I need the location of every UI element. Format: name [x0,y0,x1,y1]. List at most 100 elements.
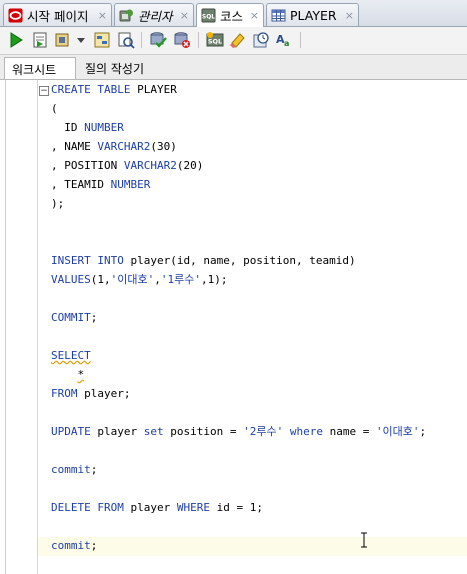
connection-icon [119,9,133,21]
sql-keyword: FROM [51,387,78,400]
worksheet-subtabs: 워크시트 질의 작성기 [0,55,467,80]
sql-string: '2루수' [243,425,284,438]
code-line[interactable]: UPDATE player set position = '2루수' where… [51,422,426,441]
sql-text: , [154,273,161,286]
sql-text: (20) [176,159,204,172]
sql-keyword: commit [51,463,91,476]
sql-text: ; [90,539,98,552]
sql-text: name = [322,425,376,438]
code-line[interactable]: ( [51,99,58,118]
sql-keyword: WHERE [176,501,210,514]
code-line[interactable]: FROM player; [51,384,130,403]
code-line[interactable]: * [51,365,85,384]
sql-text: ; [90,311,98,324]
explain-plan-icon[interactable] [93,31,111,49]
svg-text:a: a [284,39,289,48]
code-line[interactable]: , POSITION VARCHAR2(20) [51,156,203,175]
commit-icon[interactable] [149,31,167,49]
sql-editor[interactable]: − CREATE TABLE PLAYER( ID NUMBER, NAME V… [0,80,467,574]
editor-gutter [37,80,38,574]
code-line[interactable]: COMMIT; [51,308,97,327]
code-line[interactable]: commit; [51,460,97,479]
svg-text:SQL: SQL [202,14,215,21]
tab-player[interactable]: PLAYER × [266,3,359,26]
sql-text: PLAYER [130,83,177,96]
sql-text: ); [51,197,65,210]
code-line[interactable]: , NAME VARCHAR2(30) [51,137,177,156]
sql-text: ; [90,463,98,476]
sql-text: player [123,501,177,514]
table-icon [271,9,286,21]
rollback-icon[interactable] [173,31,191,49]
sql-keyword: VALUES [51,273,91,286]
sql-keyword: NUMBER [103,178,151,191]
tab-start-page[interactable]: 시작 페이지 × [3,3,112,26]
sql-tuning-icon[interactable] [117,31,135,49]
code-line[interactable]: INSERT INTO player(id, name, position, t… [51,251,356,270]
close-icon[interactable]: × [246,9,259,22]
close-icon[interactable]: × [94,9,107,22]
sql-text: player [90,425,144,438]
tab-course[interactable]: SQL 코스 × [196,3,264,27]
unshared-sql-icon[interactable]: SQL [206,31,224,49]
run-script-icon[interactable] [31,31,49,49]
code-line[interactable]: ID NUMBER [51,118,124,137]
editor-left-border [5,80,6,574]
sql-text: ; [419,425,427,438]
history-icon[interactable] [252,31,270,49]
sql-keyword: commit [51,539,91,552]
sql-text: , TEAMID [51,178,104,191]
toolbar-separator [300,32,301,48]
autotrace-icon[interactable] [54,31,72,49]
sql-text: , NAME [51,140,91,153]
sql-keyword: COMMIT [51,311,91,324]
sql-text: ( [51,102,58,115]
sql-keyword: SELECT [51,349,91,362]
code-line[interactable]: DELETE FROM player WHERE id = 1; [51,498,263,517]
sql-keyword: DELETE FROM [51,501,124,514]
code-line[interactable]: commit; [51,536,97,555]
text-cursor-icon [361,532,367,548]
close-icon[interactable]: × [176,9,189,22]
oracle-start-icon [8,8,23,22]
code-line[interactable]: ); [51,194,64,213]
dropdown-arrow-icon[interactable] [76,31,86,49]
tab-admin[interactable]: 관리자 × [114,3,194,26]
sql-text: , POSITION [51,159,118,172]
code-line[interactable]: SELECT [51,346,91,365]
run-statement-icon[interactable] [7,31,25,49]
worksheet-toolbar: SQL A a [0,27,467,55]
sql-keyword: set [143,425,164,438]
sql-string: '이대호' [375,425,420,438]
sql-text: ID [51,121,78,134]
sql-worksheet-icon: SQL [201,8,216,23]
sql-text: position = [163,425,244,438]
sql-text: (1, [90,273,111,286]
close-icon[interactable]: × [341,9,354,22]
fold-collapse-icon[interactable]: − [39,86,49,96]
tab-label: 코스 [220,9,244,24]
sql-keyword: where [289,425,323,438]
sql-keyword: VARCHAR2 [117,159,177,172]
sql-string: '1루수' [160,273,201,286]
clear-icon[interactable] [229,31,247,49]
sql-text: ,1); [200,273,228,286]
sql-string: '이대호' [110,273,155,286]
tab-label: 시작 페이지 [27,8,89,24]
tab-label: 관리자 [138,8,173,24]
code-line[interactable]: , TEAMID NUMBER [51,175,150,194]
sql-text: * [77,368,85,381]
code-line[interactable]: CREATE TABLE PLAYER [51,80,177,99]
code-line[interactable]: VALUES(1,'이대호','1루수',1); [51,270,227,289]
tab-query-builder[interactable]: 질의 작성기 [78,57,151,79]
toolbar-separator [198,32,199,48]
tab-worksheet[interactable]: 워크시트 [4,57,76,79]
sql-text: id = 1; [209,501,263,514]
format-icon[interactable]: A a [275,31,293,49]
current-line-highlight [38,537,467,556]
sql-keyword: VARCHAR2 [90,140,151,153]
document-tab-bar: 시작 페이지 × 관리자 × SQL 코스 × PLAYER × [0,0,467,27]
sql-text: (30) [150,140,177,153]
